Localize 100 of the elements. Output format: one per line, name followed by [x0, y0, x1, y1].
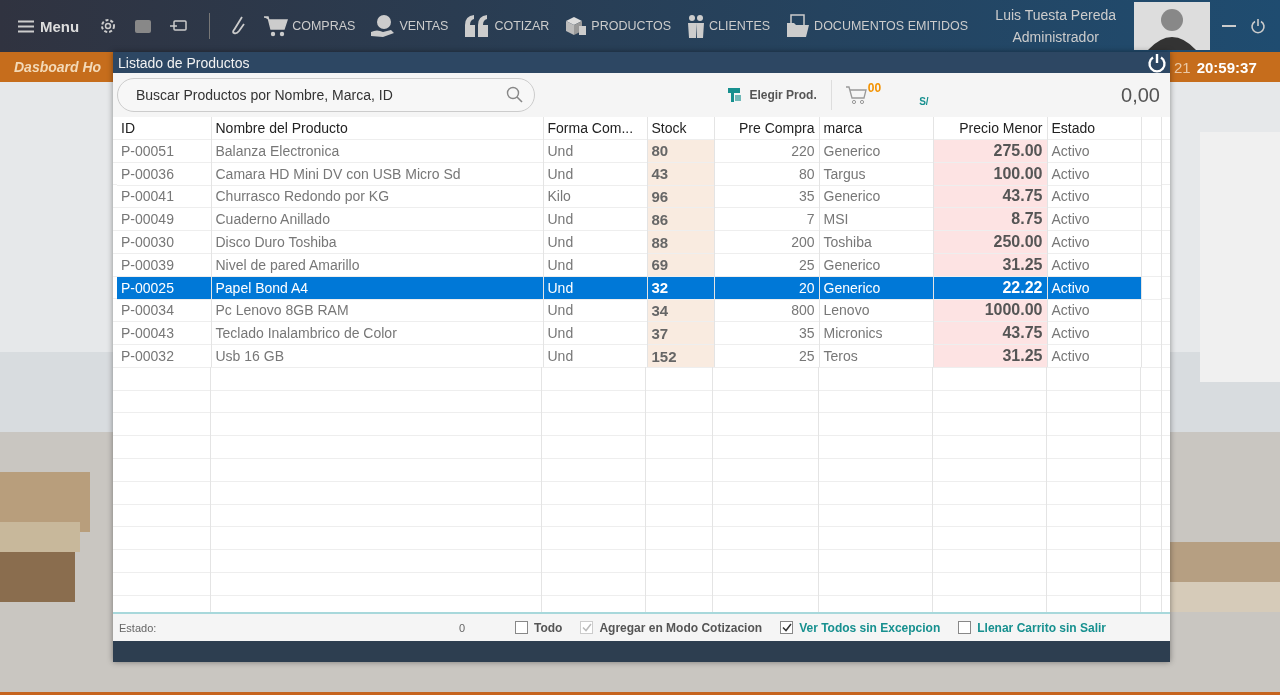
- table-cell: Cuaderno Anillado: [211, 207, 543, 231]
- table-cell: Activo: [1047, 344, 1141, 367]
- table-cell: Papel Bond A4: [211, 276, 543, 300]
- cart-icon: [264, 15, 289, 37]
- people-icon: [686, 14, 705, 38]
- currency-label: S/: [919, 95, 929, 107]
- status-count: 0: [459, 621, 467, 634]
- column-header[interactable]: marca: [819, 117, 933, 140]
- table-cell: 69: [647, 253, 714, 277]
- table-cell: Lenovo: [819, 299, 933, 322]
- scanner-icon: [727, 87, 744, 103]
- column-header[interactable]: Nombre del Producto: [211, 117, 543, 140]
- table-cell: 250.00: [933, 230, 1047, 254]
- checkbox-option[interactable]: Llenar Carrito sin Salir: [958, 620, 1106, 635]
- table-cell: Activo: [1047, 139, 1141, 163]
- table-cell: Churrasco Redondo por KG: [211, 185, 543, 208]
- nav-button[interactable]: PRODUCTOS: [565, 16, 671, 36]
- table-cell: P-00032: [117, 344, 211, 367]
- search-icon[interactable]: [506, 86, 523, 103]
- power-icon[interactable]: [1250, 18, 1266, 34]
- table-cell: Und: [543, 276, 647, 300]
- table-cell: Activo: [1047, 299, 1141, 322]
- table-cell: Camara HD Mini DV con USB Micro Sd: [211, 162, 543, 186]
- table-cell: MSI: [819, 207, 933, 231]
- quote-icon: [464, 15, 491, 37]
- nav-button[interactable]: COMPRAS: [264, 15, 356, 37]
- table-cell: Pc Lenovo 8GB RAM: [211, 299, 543, 322]
- column-header[interactable]: ID: [117, 117, 211, 140]
- table-cell: 35: [714, 185, 819, 208]
- dialog-title: Listado de Productos: [118, 54, 250, 71]
- table-cell: 100.00: [933, 162, 1047, 186]
- table-cell: 275.00: [933, 139, 1047, 163]
- checkbox[interactable]: [958, 621, 972, 634]
- power-icon[interactable]: [1147, 52, 1167, 73]
- table-cell: Micronics: [819, 321, 933, 345]
- table-cell: Activo: [1047, 207, 1141, 231]
- search-field[interactable]: Buscar Productos por Nombre, Marca, ID: [117, 78, 535, 112]
- pen-icon[interactable]: [230, 16, 247, 36]
- table-cell: 8.75: [933, 207, 1047, 231]
- table-cell: 32: [647, 276, 714, 300]
- table-cell: Activo: [1047, 162, 1141, 186]
- table-cell: 31.25: [933, 344, 1047, 367]
- table-cell: 7: [714, 207, 819, 231]
- table-cell: Activo: [1047, 321, 1141, 345]
- user-role: Administrador: [1012, 29, 1099, 45]
- table-cell: 152: [647, 344, 714, 367]
- checkbox-option[interactable]: Todo: [515, 620, 563, 635]
- checkbox-option[interactable]: Ver Todos sin Excepcion: [780, 620, 941, 635]
- nav-button[interactable]: CLIENTES: [686, 14, 771, 38]
- settings-icon[interactable]: [99, 17, 118, 35]
- table-cell: Generico: [819, 139, 933, 163]
- table-cell: 88: [647, 230, 714, 254]
- column-header[interactable]: Estado: [1047, 117, 1141, 140]
- table-cell: Activo: [1047, 185, 1141, 208]
- column-header[interactable]: Pre Compra: [714, 117, 819, 140]
- table-cell: Teros: [819, 344, 933, 367]
- nav-button[interactable]: COTIZAR: [464, 15, 550, 37]
- table-cell: Und: [543, 139, 647, 163]
- table-cell: 200: [714, 230, 819, 254]
- table-cell: 86: [647, 207, 714, 231]
- checkbox[interactable]: [515, 621, 528, 634]
- table-cell: Generico: [819, 185, 933, 208]
- nav-button[interactable]: DOCUMENTOS EMITIDOS: [786, 14, 969, 38]
- table-cell: P-00036: [117, 162, 211, 186]
- check-icon: [781, 623, 792, 632]
- table-cell: 37: [647, 321, 714, 345]
- table-cell: 96: [647, 185, 714, 208]
- column-header[interactable]: Forma Com...: [543, 117, 647, 140]
- menu-icon: [18, 19, 34, 33]
- folder-icon: [786, 14, 811, 38]
- table-cell: P-00041: [117, 185, 211, 208]
- table-cell: 1000.00: [933, 299, 1047, 322]
- table-cell: 43.75: [933, 185, 1047, 208]
- date-text: 21: [1174, 58, 1191, 76]
- checkbox[interactable]: [780, 621, 794, 634]
- menu-button[interactable]: Menu: [18, 17, 80, 35]
- table-cell: Und: [543, 344, 647, 367]
- table-cell: 31.25: [933, 253, 1047, 277]
- card-icon[interactable]: [169, 19, 188, 33]
- table-cell: 80: [714, 162, 819, 186]
- table-cell: Balanza Electronica: [211, 139, 543, 163]
- choose-product-button[interactable]: Elegir Prod.: [727, 80, 832, 110]
- nav-button[interactable]: VENTAS: [371, 14, 449, 38]
- cart-count: 00: [867, 81, 882, 95]
- table-cell: Und: [543, 230, 647, 254]
- table-cell: Und: [543, 299, 647, 322]
- table-cell: P-00025: [117, 276, 211, 300]
- table-cell: Teclado Inalambrico de Color: [211, 321, 543, 345]
- square-icon[interactable]: [135, 19, 152, 33]
- table-cell: 35: [714, 321, 819, 345]
- table-cell: Toshiba: [819, 230, 933, 254]
- table-cell: P-00030: [117, 230, 211, 254]
- cart-icon[interactable]: [845, 85, 868, 105]
- total-amount: 0,00: [1121, 83, 1160, 107]
- user-name: Luis Tuesta Pereda: [995, 7, 1116, 23]
- table-cell: P-00043: [117, 321, 211, 345]
- table-cell: 22.22: [933, 276, 1047, 300]
- table-cell: 43.75: [933, 321, 1047, 345]
- clock-text: 20:59:37: [1196, 58, 1257, 76]
- table-cell: Und: [543, 207, 647, 231]
